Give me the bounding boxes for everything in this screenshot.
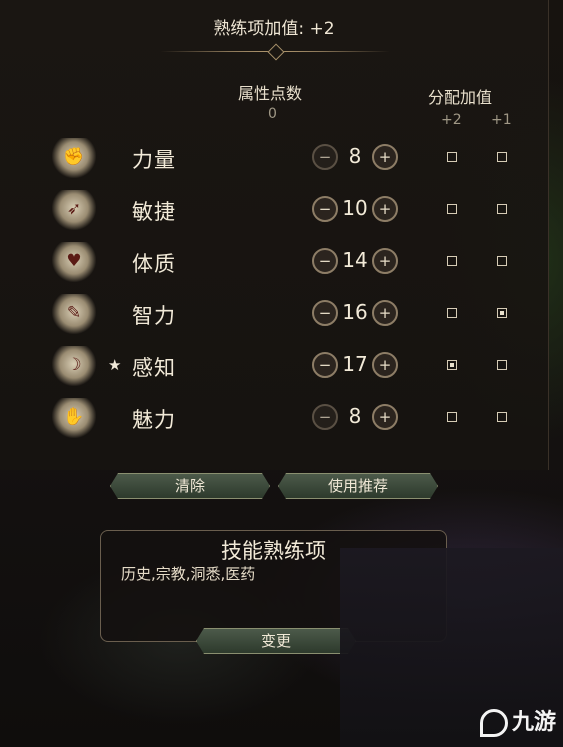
bonus-plus1-checkbox[interactable] [497,412,507,422]
handshake-icon: ✋ [52,398,96,438]
heart-shield-icon: ♥ [52,242,96,282]
bonus-plus2-checkbox[interactable] [447,308,457,318]
ability-value: 8 [348,404,362,428]
ability-points-label: 属性点数 [238,84,303,103]
increase-button[interactable]: + [372,196,398,222]
ability-row-constitution: ♥ 体质 − 14 + [0,242,548,286]
ability-points-remaining: 0 [268,106,277,122]
ability-name: 智力 [132,304,176,328]
ability-name: 感知 [132,356,176,380]
increase-button[interactable]: + [372,352,398,378]
boot-icon: ➶ [52,190,96,230]
ability-row-charisma: ✋ 魅力 − 8 + [0,398,548,442]
watermark-logo-icon [480,709,508,737]
bonus-plus1-header: +1 [491,112,512,128]
ability-name: 敏捷 [132,200,176,224]
decrease-button[interactable]: − [312,404,338,430]
increase-button[interactable]: + [372,300,398,326]
bonus-plus2-checkbox[interactable] [447,256,457,266]
ability-row-wisdom: ☽ ★ 感知 − 17 + [0,346,548,390]
decrease-button[interactable]: − [312,196,338,222]
ability-value: 16 [342,300,368,324]
increase-button[interactable]: + [372,404,398,430]
mask-feather-icon: ☽ [52,346,96,386]
clear-button[interactable]: 清除 [110,473,270,499]
bonus-plus1-checkbox[interactable] [497,152,507,162]
increase-button[interactable]: + [372,144,398,170]
bonus-plus2-checkbox[interactable] [447,360,457,370]
bonus-plus2-checkbox[interactable] [447,412,457,422]
bonus-plus2-checkbox[interactable] [447,152,457,162]
ability-value: 8 [348,144,362,168]
star-icon: ★ [108,356,122,374]
ability-name: 魅力 [132,408,176,432]
open-book-icon: ✎ [52,294,96,334]
gauntlet-icon: ✊ [52,138,96,178]
bonus-allocation-label: 分配加值 [428,88,493,107]
ability-value: 17 [342,352,368,376]
ability-name: 力量 [132,148,176,172]
ability-name: 体质 [132,252,176,276]
ability-row-strength: ✊ 力量 − 8 + [0,138,548,182]
bonus-plus1-checkbox[interactable] [497,360,507,370]
ability-row-intelligence: ✎ 智力 − 16 + [0,294,548,338]
bonus-plus2-header: +2 [441,112,462,128]
proficiency-bonus-title: 熟练项加值: +2 [213,19,335,39]
bonus-plus1-checkbox[interactable] [497,256,507,266]
decrease-button[interactable]: − [312,144,338,170]
ability-value: 14 [342,248,368,272]
bonus-plus1-checkbox[interactable] [497,204,507,214]
decrease-button[interactable]: − [312,248,338,274]
header-ornament [160,43,390,61]
ability-panel: 熟练项加值: +2 属性点数 0 分配加值 +2 +1 ✊ 力量 − 8 + ➶… [0,0,549,470]
bonus-plus1-checkbox[interactable] [497,308,507,318]
bonus-plus2-checkbox[interactable] [447,204,457,214]
decrease-button[interactable]: − [312,300,338,326]
decrease-button[interactable]: − [312,352,338,378]
ability-value: 10 [342,196,368,220]
ability-row-dexterity: ➶ 敏捷 − 10 + [0,190,548,234]
skill-proficiencies-list: 历史,宗教,洞悉,医药 [121,565,256,583]
increase-button[interactable]: + [372,248,398,274]
use-recommended-button[interactable]: 使用推荐 [278,473,438,499]
change-skills-button[interactable]: 变更 [196,628,356,654]
site-watermark: 九游 [480,704,556,737]
